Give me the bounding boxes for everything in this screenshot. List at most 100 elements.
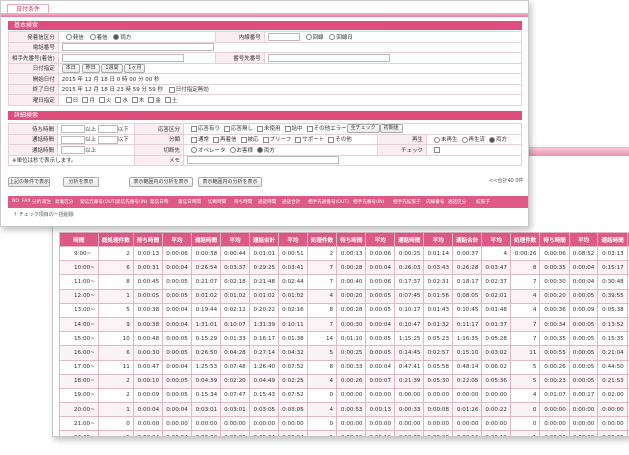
table-cell: 6 — [97, 345, 134, 361]
table-cell: 4 — [509, 387, 541, 404]
weekday-cb-1[interactable] — [82, 97, 89, 104]
result-header-cell: FAX — [22, 199, 31, 204]
category-cb-4[interactable] — [295, 136, 302, 143]
weekday-cb-2[interactable] — [98, 97, 105, 104]
switch-rb-2[interactable] — [257, 147, 264, 154]
wait-min-input[interactable] — [61, 125, 85, 133]
result-cb-2[interactable] — [257, 125, 264, 132]
category-cb-5[interactable] — [328, 136, 335, 143]
table-cell: 0:00:00 — [278, 416, 308, 432]
result-table-header: NO FAX 分析 再生 発着区分 発信元番号(OUT) 発信先番号(IN) 発信日時 着信日時… — [8, 196, 528, 208]
check-checkbox[interactable] — [434, 146, 441, 153]
radio-incoming[interactable] — [89, 34, 96, 41]
category-option-label: 被応 — [247, 137, 259, 144]
reset-button[interactable]: 初期値 — [379, 124, 403, 134]
phone-number-input[interactable] — [61, 43, 214, 52]
weekday-cb-3[interactable] — [115, 97, 122, 104]
analysis-button[interactable]: 分析を表示 — [63, 177, 99, 187]
bulk-delete-note[interactable]: ↑ チェック項目の一括削除 — [13, 211, 74, 218]
table-cell: 0:00:05 — [162, 274, 192, 290]
table-cell: 0:00:04 — [278, 430, 308, 436]
today-button[interactable]: 本日 — [61, 63, 80, 73]
table-cell: 0:00:00 — [190, 430, 222, 436]
table-cell: 0:02:37 — [481, 274, 511, 290]
weekday-cb-5[interactable] — [148, 97, 155, 104]
redial-label: 再生 — [377, 133, 428, 145]
switch-rb-0[interactable] — [191, 147, 197, 154]
redial-rb-1[interactable] — [461, 136, 468, 143]
alt-number-input[interactable] — [267, 53, 390, 62]
result-cb-1[interactable] — [224, 125, 231, 132]
result-header-cell: 待ち時間 — [234, 200, 253, 205]
weekday-option-label: 木 — [138, 97, 145, 104]
range-analysis-button-2[interactable]: 表示範囲内の分析を表示 — [198, 177, 262, 187]
date-disable-checkbox[interactable] — [168, 86, 175, 93]
weekday-cb-0[interactable] — [65, 97, 72, 104]
end-date-value[interactable]: 2015 年 12 月 18 日 23 時 59 分 59 秒 — [62, 87, 163, 93]
hold-min-input[interactable] — [61, 146, 85, 154]
table-cell: 0:01:02 — [278, 288, 308, 304]
table-cell: 0:10:45 — [452, 302, 483, 318]
table-cell: 0:00:00 — [220, 430, 250, 436]
category-cb-1[interactable] — [213, 136, 220, 143]
table-cell: 1 — [97, 430, 134, 436]
hour-label: 22:00~ — [59, 430, 99, 436]
result-cb-4[interactable] — [306, 125, 313, 132]
table-body: 9:00~ 2 0:00:13 0:00:06 0:00:38 0:00:44 0:01:0… — [59, 245, 629, 436]
search-button[interactable]: 上記の条件で表示 — [8, 177, 50, 187]
check-all-button[interactable]: 全チェック — [346, 124, 380, 134]
start-date-value[interactable]: 2015 年 12 月 18 日 0 時 00 分 00 秒 — [57, 73, 523, 85]
switch-rb-1[interactable] — [229, 147, 236, 154]
table-cell: 0:00:00 — [394, 387, 425, 404]
memo-input[interactable] — [187, 156, 339, 165]
table-cell: 0:30:48 — [597, 274, 628, 290]
table-cell: 1 — [509, 430, 541, 436]
weekday-cb-4[interactable] — [131, 97, 138, 104]
table-cell: 10 — [97, 331, 134, 347]
alt-number-label: 番号先番号 — [214, 52, 265, 64]
weekday-cb-6[interactable] — [164, 97, 171, 104]
radio-both[interactable] — [113, 34, 120, 41]
table-cell: 0:00:00 — [365, 416, 396, 432]
one-month-button[interactable]: 1ヶ月 — [124, 63, 146, 73]
table-cell: 0:00:31 — [132, 260, 164, 276]
wait-max-input[interactable] — [97, 125, 118, 133]
category-cb-0[interactable] — [191, 136, 197, 143]
result-cb-3[interactable] — [284, 125, 291, 132]
dest-number-input[interactable] — [61, 53, 184, 62]
call-max-input[interactable] — [97, 135, 118, 144]
redial-rb-2[interactable] — [489, 136, 496, 143]
category-cb-2[interactable] — [240, 136, 247, 143]
table-cell: 0:00:06 — [365, 245, 396, 262]
table-cell: 4 — [481, 245, 511, 262]
table-cell: 0:00:00 — [481, 416, 511, 432]
line-type-label: 内線番号 — [214, 31, 265, 43]
line-number-input[interactable] — [267, 33, 300, 41]
table-cell: 0:15:35 — [597, 331, 628, 347]
radio-line-day[interactable] — [329, 34, 336, 40]
result-header-cell: NO — [12, 199, 20, 204]
yesterday-button[interactable]: 昨日 — [81, 63, 100, 73]
redial-rb-0[interactable] — [434, 136, 441, 143]
table-row: 11:00~ 8 0:00:45 0:00:05 0:21:07 0:02:18 0:21:… — [59, 274, 629, 290]
table-cell: 0:15:10 — [452, 345, 483, 361]
table-cell: 0:00:06 — [539, 245, 570, 262]
result-header-cell: 拡張子 — [476, 200, 490, 205]
category-cb-3[interactable] — [262, 136, 269, 143]
result-cb-0[interactable] — [191, 125, 197, 132]
call-min-input[interactable] — [61, 135, 85, 144]
table-cell: 0:05:38 — [597, 302, 628, 318]
table-cell: 8 — [306, 302, 338, 318]
radio-line[interactable] — [305, 34, 312, 40]
table-cell: 0:48:14 — [452, 359, 483, 375]
range-analysis-button[interactable]: 表示範囲内の分析を表示 — [129, 177, 193, 187]
line-type-options: 回線 回線日 — [263, 31, 523, 43]
table-cell: 0:00:00 — [423, 430, 454, 436]
table-cell: 0:00:26 — [539, 359, 570, 375]
table-cell: 0:04:49 — [248, 373, 280, 389]
pager[interactable]: <<合計40 0件 — [489, 177, 524, 184]
table-cell: 0:21:04 — [597, 345, 628, 361]
one-week-button[interactable]: 1週間 — [101, 63, 123, 73]
radio-outgoing[interactable] — [65, 34, 72, 41]
table-cell: 0:00:12 — [452, 430, 483, 436]
